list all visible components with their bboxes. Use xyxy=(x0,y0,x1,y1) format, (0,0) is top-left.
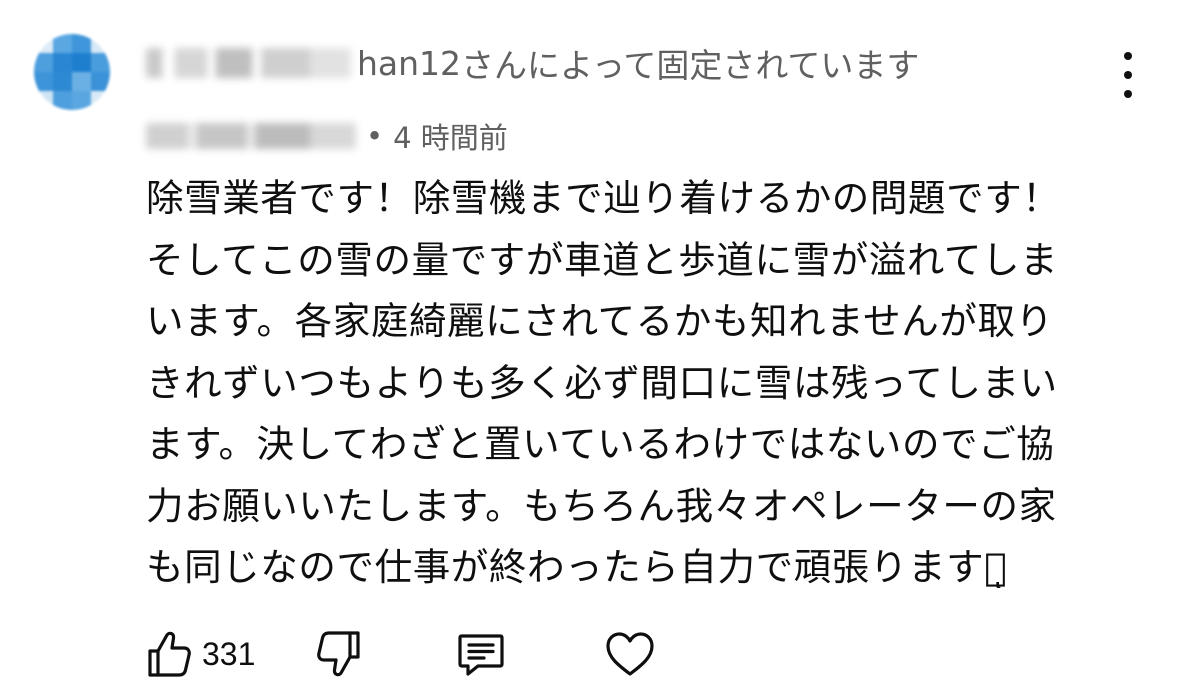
meta-separator: • xyxy=(366,119,384,153)
thumbs-up-icon xyxy=(148,631,191,677)
heart-button[interactable] xyxy=(604,626,656,682)
comment-timestamp[interactable]: 4 時間前 xyxy=(393,115,508,157)
avatar[interactable] xyxy=(34,34,110,110)
pinned-text: さんによって固定されています xyxy=(461,46,920,85)
more-vertical-icon-dot xyxy=(1124,71,1132,79)
like-count: 331 xyxy=(202,635,256,672)
thumbs-down-icon xyxy=(317,631,360,677)
more-actions-button[interactable] xyxy=(1110,52,1146,98)
like-button[interactable]: 331 xyxy=(146,626,255,682)
more-vertical-icon xyxy=(1124,52,1132,60)
pinned-by-name-redacted xyxy=(146,48,351,78)
dislike-button[interactable] xyxy=(316,626,362,682)
comment-actions: 331 xyxy=(146,626,666,682)
pinned-label: han12 さんによって固定されています xyxy=(146,38,919,88)
pinned-handle-suffix: han12 xyxy=(357,43,462,83)
comment-icon xyxy=(458,634,504,676)
author-name-redacted[interactable] xyxy=(146,123,356,149)
heart-icon xyxy=(606,632,654,676)
more-vertical-icon-dot xyxy=(1124,90,1132,98)
comment-text: 除雪業者です！除雪機まで辿り着けるかの問題です！そしてこの雪の量ですが車道と歩道… xyxy=(146,176,1061,589)
comment-meta: • 4 時間前 xyxy=(146,114,508,158)
reply-button[interactable] xyxy=(456,626,506,682)
